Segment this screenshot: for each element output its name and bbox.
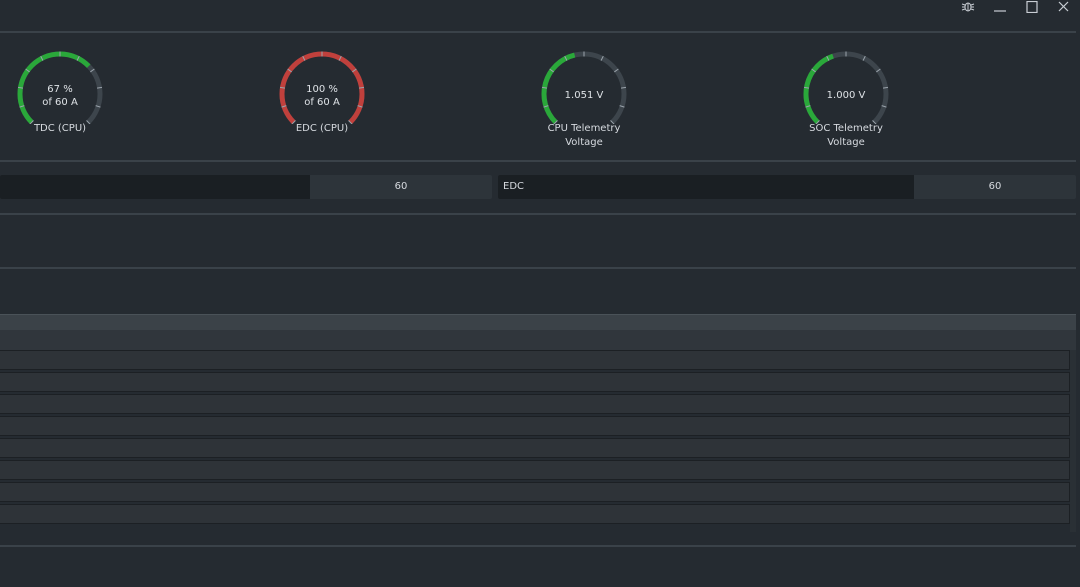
- gauge-label: CPU Telemetry Voltage: [547, 123, 621, 148]
- gauge-dial: [803, 51, 889, 124]
- limit-value: 60: [394, 181, 408, 192]
- gauge-panel: 67 % of 60 A TDC (CPU) 100 % of 60 A EDC…: [0, 34, 1076, 160]
- limit-value: 60: [988, 181, 1002, 192]
- divider: [0, 31, 1076, 33]
- edc-limit-bar: EDC 60: [498, 175, 1076, 199]
- table-row[interactable]: [0, 504, 1070, 524]
- gauge-value: 1.051 V: [564, 90, 604, 101]
- close-icon: [1058, 1, 1069, 12]
- minimize-icon: [994, 10, 1006, 12]
- gauge-label: TDC (CPU): [33, 123, 87, 134]
- gauge-label: EDC (CPU): [295, 123, 349, 134]
- limit-fill: [498, 175, 915, 199]
- table-row[interactable]: [0, 460, 1070, 480]
- gauge-label: SOC Telemetry Voltage: [809, 123, 883, 148]
- gauge-dial: [541, 51, 627, 124]
- tdc-limit-bar: 60: [0, 175, 492, 199]
- table-row[interactable]: [0, 416, 1070, 436]
- table-row[interactable]: [0, 438, 1070, 458]
- divider: [0, 267, 1076, 269]
- limit-label: EDC: [503, 181, 525, 192]
- divider: [0, 545, 1076, 547]
- gauge-soc-telemetry-voltage: 1.000 V SOC Telemetry Voltage: [786, 44, 906, 154]
- gauge-value: 67 % of 60 A: [42, 84, 78, 108]
- divider: [0, 160, 1076, 162]
- gauge-value: 1.000 V: [826, 90, 866, 101]
- bug-report-button[interactable]: [952, 0, 984, 14]
- gauge-tdc-cpu: 67 % of 60 A TDC (CPU): [0, 44, 120, 154]
- table-row[interactable]: [0, 372, 1070, 392]
- gauge-cpu-telemetry-voltage: 1.051 V CPU Telemetry Voltage: [524, 44, 644, 154]
- data-table: [0, 314, 1076, 532]
- gauge-edc-cpu: 100 % of 60 A EDC (CPU): [262, 44, 382, 154]
- divider: [0, 213, 1076, 215]
- maximize-icon: [1026, 1, 1038, 13]
- maximize-button[interactable]: [1016, 0, 1048, 14]
- close-button[interactable]: [1048, 0, 1080, 14]
- window-controls: [952, 0, 1080, 14]
- table-row[interactable]: [0, 482, 1070, 502]
- table-header: [0, 314, 1076, 330]
- table-row[interactable]: [0, 394, 1070, 414]
- minimize-button[interactable]: [984, 0, 1016, 14]
- table-scrollbar[interactable]: [1070, 350, 1076, 532]
- table-body: [0, 350, 1076, 524]
- gauge-value: 100 % of 60 A: [304, 84, 340, 108]
- limit-fill: [0, 175, 310, 199]
- table-column-header: [0, 330, 1076, 350]
- bug-report-icon: [961, 2, 975, 12]
- table-row[interactable]: [0, 350, 1070, 370]
